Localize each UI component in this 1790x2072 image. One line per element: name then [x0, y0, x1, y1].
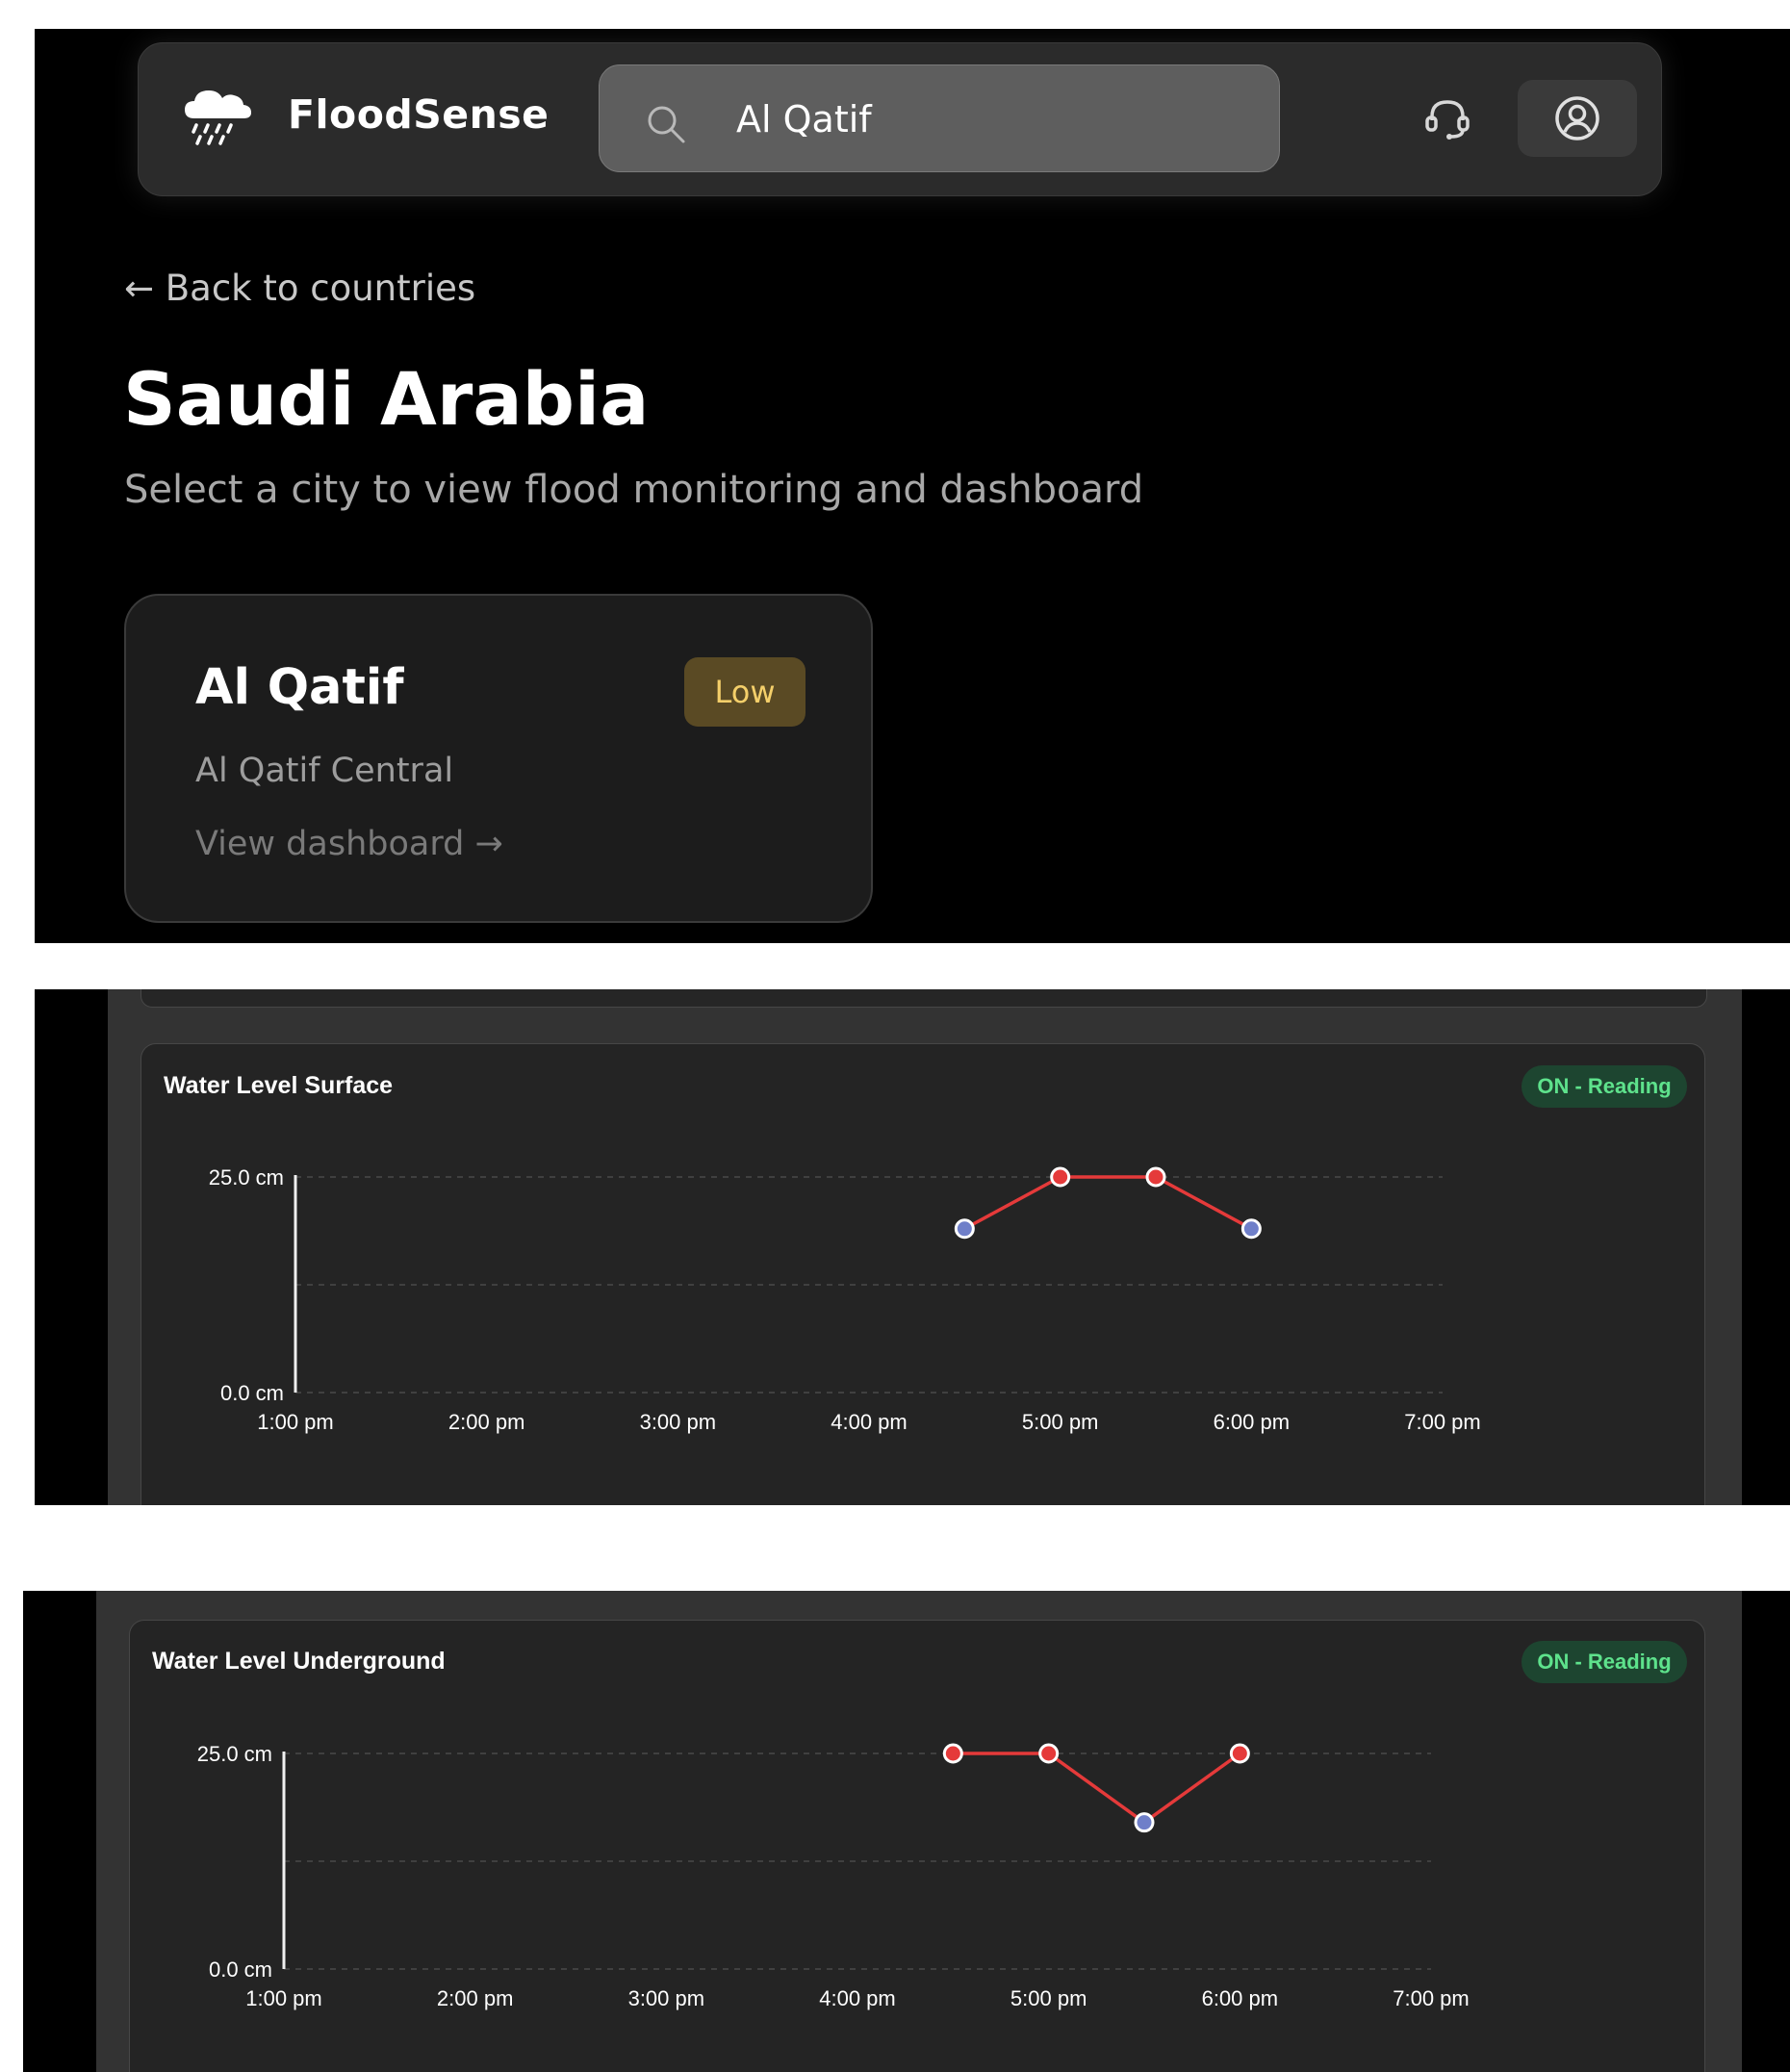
x-tick-label: 4:00 pm: [831, 1410, 908, 1434]
city-name: Al Qatif: [195, 659, 404, 716]
data-point[interactable]: [1240, 1218, 1262, 1240]
city-card[interactable]: Al Qatif Low Al Qatif Central View dashb…: [124, 594, 873, 923]
y-tick-label: 0.0 cm: [209, 1957, 272, 1982]
city-district: Al Qatif Central: [195, 752, 454, 790]
user-circle-icon: [1555, 96, 1599, 141]
x-tick-label: 3:00 pm: [640, 1410, 717, 1434]
y-tick-label: 0.0 cm: [220, 1381, 284, 1405]
brand-name[interactable]: FloodSense: [288, 91, 549, 138]
water-level-underground-chart: 0.0 cm 25.0 cm 1:00 pm 2:00 pm 3:00 pm 4:00 p…: [197, 1742, 1470, 2010]
rain-cloud-icon: [185, 90, 251, 145]
x-tick-label: 6:00 pm: [1214, 1410, 1291, 1434]
previous-card-edge: [141, 989, 1707, 1008]
underground-chart-panel: Water Level Underground ON - Reading 0.0…: [23, 1591, 1790, 2072]
y-tick-label: 25.0 cm: [197, 1742, 272, 1766]
x-tick-label: 6:00 pm: [1202, 1986, 1279, 2010]
top-navbar: FloodSense: [138, 42, 1662, 196]
data-point[interactable]: [1229, 1743, 1250, 1764]
view-dashboard-link[interactable]: View dashboard →: [195, 825, 503, 863]
headset-icon[interactable]: [1422, 93, 1472, 143]
data-point[interactable]: [1050, 1166, 1071, 1188]
x-tick-label: 5:00 pm: [1010, 1986, 1087, 2010]
data-point[interactable]: [1038, 1743, 1060, 1764]
page-subtitle: Select a city to view flood monitoring a…: [124, 468, 1144, 512]
x-tick-label: 4:00 pm: [819, 1986, 896, 2010]
page-title: Saudi Arabia: [123, 356, 650, 442]
data-point[interactable]: [954, 1218, 975, 1240]
city-selection-panel: FloodSense ← Back to countries Saudi Ara…: [35, 29, 1790, 943]
underground-chart-card: Water Level Underground ON - Reading 0.0…: [129, 1620, 1705, 2072]
series-line: [963, 1175, 1253, 1231]
x-tick-label: 3:00 pm: [628, 1986, 705, 2010]
data-point[interactable]: [1134, 1812, 1155, 1833]
x-tick-label: 2:00 pm: [437, 1986, 513, 2010]
x-tick-label: 2:00 pm: [448, 1410, 524, 1434]
x-tick-label: 7:00 pm: [1404, 1410, 1481, 1434]
search-box[interactable]: [599, 64, 1280, 172]
y-tick-label: 25.0 cm: [209, 1165, 284, 1189]
series-line: [953, 1752, 1241, 1825]
search-input[interactable]: [734, 90, 1239, 148]
water-level-surface-chart: 0.0 cm 25.0 cm 1:00 pm 2:00 pm 3:00 pm 4:00 p…: [209, 1165, 1481, 1434]
x-tick-label: 5:00 pm: [1022, 1410, 1099, 1434]
back-to-countries-link[interactable]: ← Back to countries: [124, 268, 475, 309]
data-point[interactable]: [1145, 1166, 1166, 1188]
x-tick-label: 1:00 pm: [257, 1410, 334, 1434]
x-tick-label: 1:00 pm: [245, 1986, 322, 2010]
search-icon: [648, 106, 685, 143]
risk-level-badge: Low: [684, 657, 806, 727]
data-point[interactable]: [942, 1743, 963, 1764]
x-tick-label: 7:00 pm: [1393, 1986, 1470, 2010]
surface-chart-panel: Water Level Surface ON - Reading 0.0 cm 2…: [35, 989, 1790, 1505]
surface-chart-card: Water Level Surface ON - Reading 0.0 cm 2…: [141, 1043, 1705, 1505]
account-button[interactable]: [1518, 80, 1637, 157]
